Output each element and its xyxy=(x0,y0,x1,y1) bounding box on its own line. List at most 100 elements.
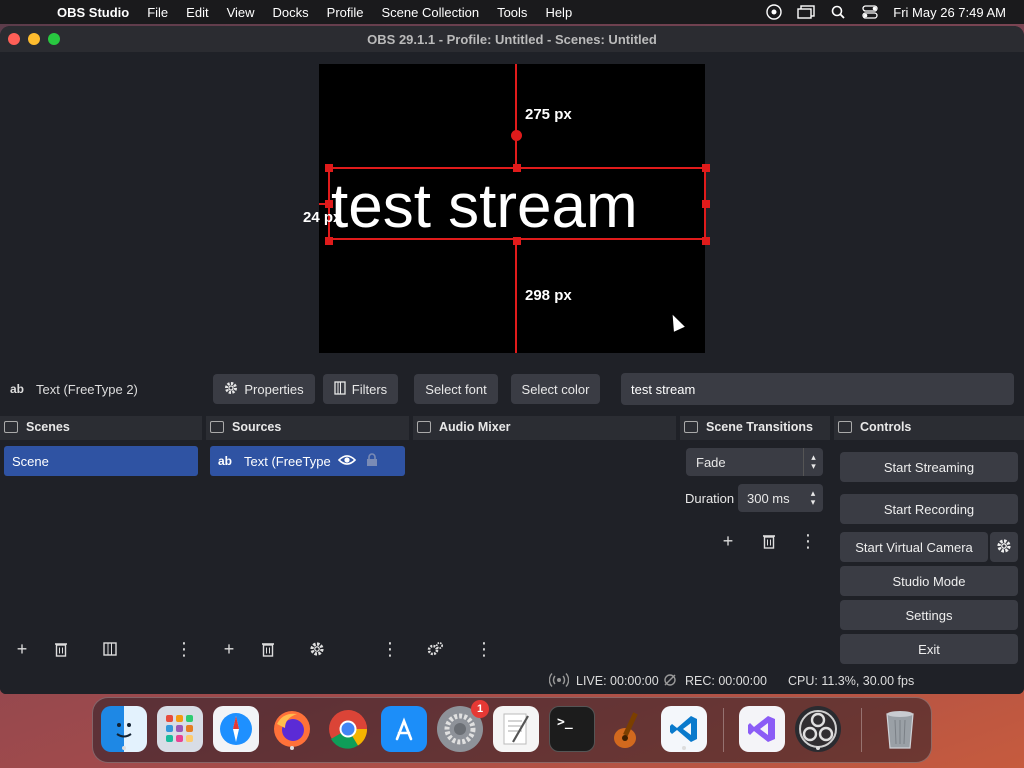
duration-label: Duration xyxy=(685,491,735,506)
menu-scene-collection[interactable]: Scene Collection xyxy=(373,5,489,20)
trash-icon[interactable] xyxy=(877,706,923,752)
menu-edit[interactable]: Edit xyxy=(177,5,217,20)
resize-handle-left[interactable] xyxy=(325,200,333,208)
text-input-field[interactable]: test stream xyxy=(621,373,1014,405)
scene-transitions-body: Fade ▴ ▾ Duration 300 ms ▴ ▾ + ⋮ xyxy=(680,440,830,666)
controls-title: Controls xyxy=(860,420,912,434)
sources-footer: + ⋮ xyxy=(206,632,409,666)
terminal-icon[interactable]: >_ xyxy=(549,706,595,752)
studio-mode-button[interactable]: Studio Mode xyxy=(840,566,1018,596)
audio-mixer-more-options-icon[interactable]: ⋮ xyxy=(470,636,498,662)
lock-icon[interactable] xyxy=(366,452,378,470)
gear-icon xyxy=(996,538,1012,557)
properties-button[interactable]: Properties xyxy=(213,374,315,404)
source-toolbar: ab Text (FreeType 2) Properties Filters … xyxy=(0,370,1024,416)
top-guide-marker xyxy=(511,130,522,141)
menu-tools[interactable]: Tools xyxy=(488,5,536,20)
spotlight-search-icon[interactable] xyxy=(829,5,847,19)
visual-studio-icon[interactable] xyxy=(739,706,785,752)
settings-button[interactable]: Settings xyxy=(840,600,1018,630)
add-transition-icon[interactable]: + xyxy=(714,528,742,554)
filters-button[interactable]: Filters xyxy=(323,374,398,404)
firefox-icon[interactable] xyxy=(269,706,315,752)
scene-more-options-icon[interactable]: ⋮ xyxy=(170,636,198,662)
resize-handle-bottom-left[interactable] xyxy=(325,237,333,245)
remove-transition-icon[interactable] xyxy=(755,528,783,554)
duration-spinbox[interactable]: 300 ms ▴ ▾ xyxy=(738,484,823,512)
resize-handle-bottom[interactable] xyxy=(513,237,521,245)
minimize-window-button[interactable] xyxy=(28,33,40,45)
fullscreen-window-button[interactable] xyxy=(48,33,60,45)
running-indicator xyxy=(816,746,820,750)
dock-window-icon xyxy=(4,421,18,433)
menu-view[interactable]: View xyxy=(218,5,264,20)
live-broadcast-icon xyxy=(548,672,570,691)
stepper-arrows-icon[interactable]: ▴ ▾ xyxy=(803,484,823,512)
virtual-camera-settings-button[interactable] xyxy=(990,532,1018,562)
start-recording-button[interactable]: Start Recording xyxy=(840,494,1018,524)
source-properties-gear-icon[interactable] xyxy=(303,636,331,662)
transition-select[interactable]: Fade ▴ ▾ xyxy=(686,448,823,476)
safari-icon[interactable] xyxy=(213,706,259,752)
gear-icon xyxy=(224,381,238,398)
obs-status-icon[interactable] xyxy=(765,4,783,20)
source-more-options-icon[interactable]: ⋮ xyxy=(376,636,404,662)
preview-area[interactable]: 275 px 298 px test stream 24 px xyxy=(0,52,1024,396)
visibility-eye-icon[interactable] xyxy=(337,454,357,469)
vscode-icon[interactable] xyxy=(661,706,707,752)
menu-app-name[interactable]: OBS Studio xyxy=(48,5,138,20)
scene-transitions-dock-header[interactable]: Scene Transitions xyxy=(680,416,830,438)
chrome-icon[interactable] xyxy=(325,706,371,752)
scenes-dock-header[interactable]: Scenes xyxy=(0,416,202,438)
scene-filters-icon[interactable] xyxy=(96,636,124,662)
rec-icon xyxy=(663,673,677,690)
textedit-icon[interactable] xyxy=(493,706,539,752)
resize-handle-top[interactable] xyxy=(513,164,521,172)
running-indicator xyxy=(122,746,126,750)
sources-list[interactable]: ab Text (FreeType + ⋮ xyxy=(206,440,409,666)
start-virtual-camera-button[interactable]: Start Virtual Camera xyxy=(840,532,988,562)
resize-handle-top-left[interactable] xyxy=(325,164,333,172)
remove-source-icon[interactable] xyxy=(254,636,282,662)
rec-timer: REC: 00:00:00 xyxy=(685,674,767,688)
source-item[interactable]: ab Text (FreeType xyxy=(210,446,405,476)
add-scene-icon[interactable]: + xyxy=(8,636,36,662)
scenes-list[interactable]: Scene + ⋮ xyxy=(0,440,202,666)
resize-handle-right[interactable] xyxy=(702,200,710,208)
window-switcher-icon[interactable] xyxy=(797,5,815,19)
preview-canvas[interactable]: 275 px 298 px test stream xyxy=(319,64,710,353)
select-font-button[interactable]: Select font xyxy=(414,374,498,404)
running-indicator xyxy=(682,746,686,750)
source-bounding-box[interactable] xyxy=(328,167,706,240)
exit-button[interactable]: Exit xyxy=(840,634,1018,664)
resize-handle-top-right[interactable] xyxy=(702,164,710,172)
advanced-audio-gears-icon[interactable] xyxy=(421,636,449,662)
garageband-icon[interactable] xyxy=(605,706,651,752)
menu-docks[interactable]: Docks xyxy=(264,5,318,20)
sources-dock-header[interactable]: Sources xyxy=(206,416,409,438)
add-source-icon[interactable]: + xyxy=(215,636,243,662)
dock-separator xyxy=(723,708,724,752)
resize-handle-bottom-right[interactable] xyxy=(702,237,710,245)
menubar-clock[interactable]: Fri May 26 7:49 AM xyxy=(893,5,1006,20)
transition-more-options-icon[interactable]: ⋮ xyxy=(794,528,822,554)
scene-item[interactable]: Scene xyxy=(4,446,198,476)
system-settings-icon[interactable]: 1 xyxy=(437,700,489,752)
notification-badge: 1 xyxy=(471,700,489,718)
start-streaming-button[interactable]: Start Streaming xyxy=(840,452,1018,482)
select-color-button[interactable]: Select color xyxy=(511,374,600,404)
app-store-icon[interactable] xyxy=(381,706,427,752)
menu-help[interactable]: Help xyxy=(536,5,581,20)
control-center-icon[interactable] xyxy=(861,5,879,19)
remove-scene-icon[interactable] xyxy=(47,636,75,662)
menu-file[interactable]: File xyxy=(138,5,177,20)
audio-mixer-dock-header[interactable]: Audio Mixer xyxy=(413,416,676,438)
launchpad-icon[interactable] xyxy=(157,706,203,752)
scenes-dock: Scenes Scene + ⋮ xyxy=(0,416,202,666)
controls-dock-header[interactable]: Controls xyxy=(834,416,1024,438)
menu-profile[interactable]: Profile xyxy=(318,5,373,20)
close-window-button[interactable] xyxy=(8,33,20,45)
finder-icon[interactable] xyxy=(101,706,147,752)
dock-separator xyxy=(861,708,862,752)
obs-studio-icon[interactable] xyxy=(795,706,841,752)
